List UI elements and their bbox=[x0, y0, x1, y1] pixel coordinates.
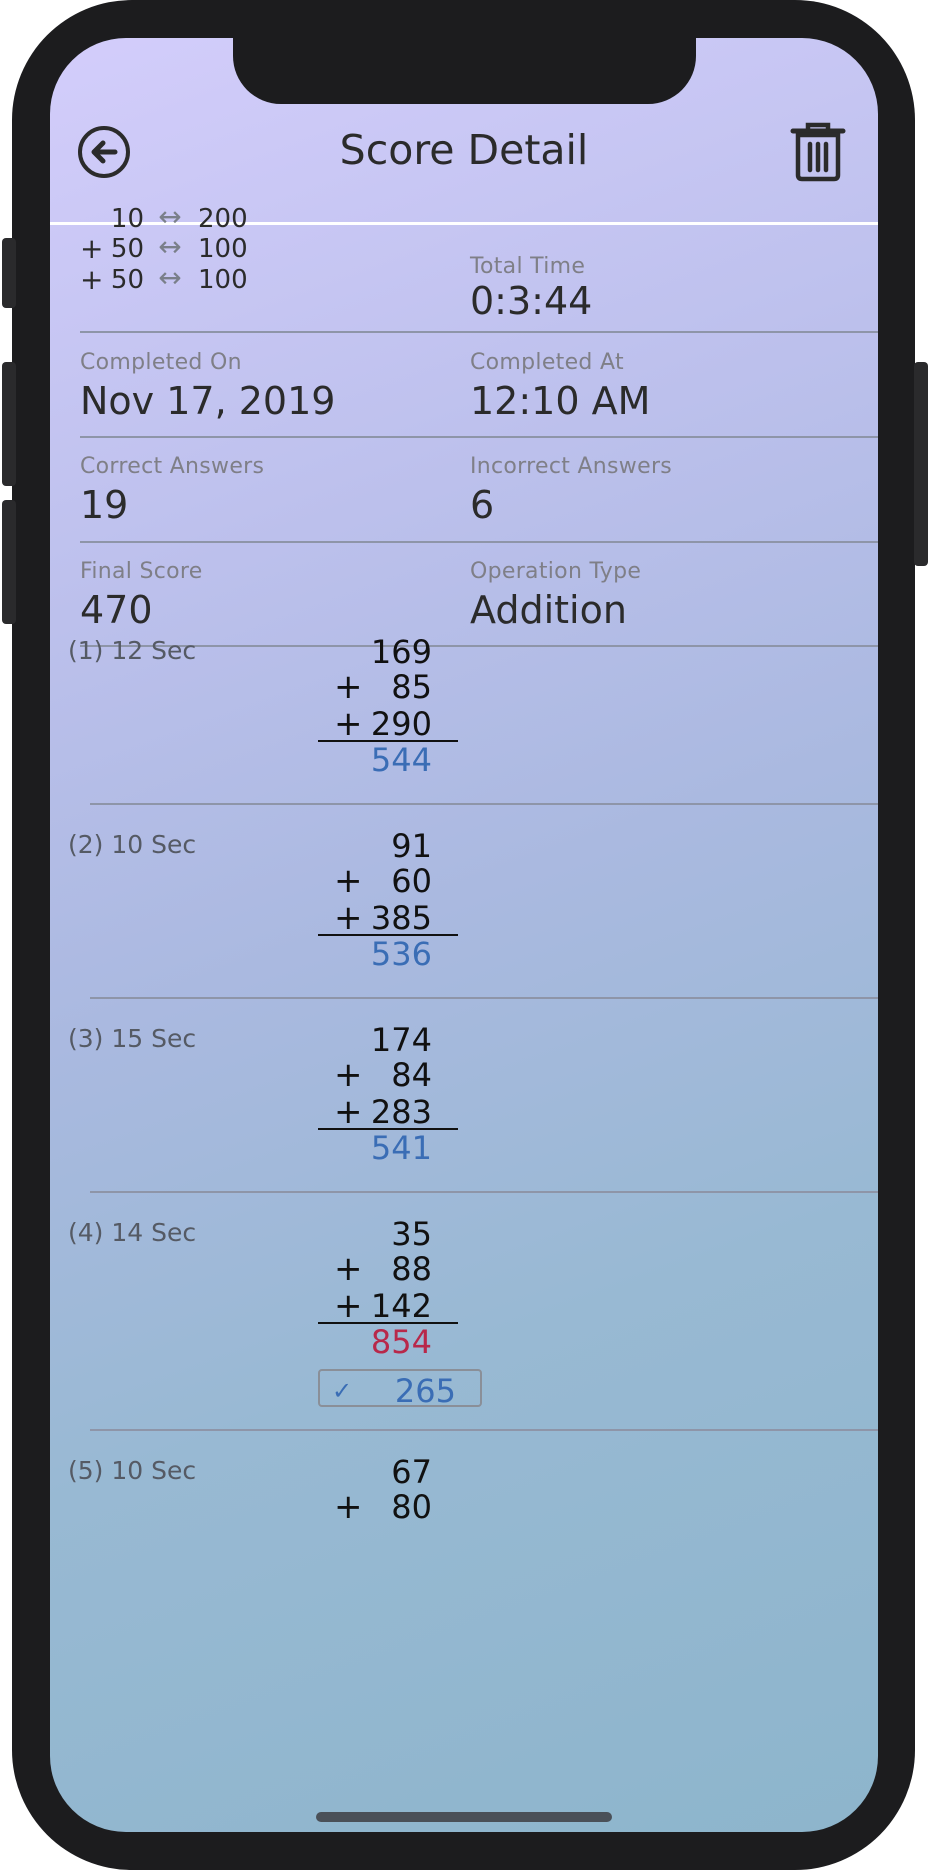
completed-at-label: Completed At bbox=[470, 350, 624, 375]
question-separator bbox=[90, 997, 878, 999]
final-score-value: 470 bbox=[80, 588, 153, 632]
mute-switch bbox=[2, 238, 16, 308]
operand: 169 bbox=[370, 633, 432, 671]
range-row: +50 ↔ 100 bbox=[80, 261, 270, 297]
volume-down-button bbox=[2, 500, 16, 624]
completed-on-value: Nov 17, 2019 bbox=[80, 379, 336, 423]
trash-icon bbox=[790, 122, 846, 182]
page-title: Score Detail bbox=[339, 126, 589, 174]
operand: 174 bbox=[370, 1021, 432, 1059]
plus-sign: + bbox=[334, 667, 363, 707]
range-low: 50 bbox=[110, 234, 144, 264]
screen: Score Detail 10 ↔ 200 +50 ↔ 100 +50 ↔ 100 Total … bbox=[50, 38, 878, 1832]
final-score: Final Score 470 bbox=[80, 559, 203, 632]
notch bbox=[233, 38, 696, 104]
divider bbox=[80, 645, 878, 647]
operand: 91 bbox=[391, 827, 432, 865]
plus-sign: + bbox=[334, 1286, 363, 1326]
answer-correct: 541 bbox=[370, 1129, 432, 1167]
question-time: (3) 15 Sec bbox=[68, 1024, 197, 1053]
question-time: (5) 10 Sec bbox=[68, 1456, 197, 1485]
completed-at-value: 12:10 AM bbox=[470, 379, 651, 423]
range-high: 100 bbox=[198, 265, 248, 295]
total-time: Total Time 0:3:44 bbox=[470, 254, 592, 323]
question-separator bbox=[90, 803, 878, 805]
operation-type-value: Addition bbox=[470, 588, 627, 632]
operation-type-label: Operation Type bbox=[470, 559, 642, 584]
plus-sign: + bbox=[334, 1487, 363, 1527]
plus-sign: + bbox=[334, 704, 363, 744]
question-separator bbox=[90, 1429, 878, 1431]
question-time: (1) 12 Sec bbox=[68, 636, 197, 665]
incorrect-answers-label: Incorrect Answers bbox=[470, 454, 673, 479]
completed-on-label: Completed On bbox=[80, 350, 242, 375]
range-low: 10 bbox=[110, 204, 144, 234]
home-indicator[interactable] bbox=[316, 1812, 612, 1822]
completed-on: Completed On Nov 17, 2019 bbox=[80, 350, 335, 423]
plus-sign: + bbox=[334, 898, 363, 938]
range-arrow-icon: ↔ bbox=[158, 200, 182, 233]
operand: 67 bbox=[391, 1453, 432, 1491]
divider bbox=[80, 541, 878, 543]
operand: 35 bbox=[391, 1215, 432, 1253]
question-time: (4) 14 Sec bbox=[68, 1218, 197, 1247]
plus-sign: + bbox=[334, 1249, 363, 1289]
delete-button[interactable] bbox=[790, 122, 846, 182]
answer-incorrect: 854 bbox=[370, 1323, 432, 1361]
plus-sign: + bbox=[334, 1092, 363, 1132]
correct-answer-value: 265 bbox=[394, 1372, 456, 1410]
plus-sign: + bbox=[334, 1055, 363, 1095]
answer-correct: 536 bbox=[370, 935, 432, 973]
divider bbox=[80, 436, 878, 438]
total-time-value: 0:3:44 bbox=[470, 279, 593, 323]
question-time: (2) 10 Sec bbox=[68, 830, 197, 859]
question-separator bbox=[90, 1191, 878, 1193]
correct-answers-value: 19 bbox=[80, 483, 129, 527]
answer-correct: 544 bbox=[370, 741, 432, 779]
divider bbox=[80, 331, 878, 333]
operation-type: Operation Type Addition bbox=[470, 559, 641, 632]
range-high: 100 bbox=[198, 234, 248, 264]
final-score-label: Final Score bbox=[80, 559, 203, 584]
incorrect-answers: Incorrect Answers 6 bbox=[470, 454, 672, 527]
range-low: 50 bbox=[110, 265, 144, 295]
power-button bbox=[914, 362, 928, 566]
total-time-label: Total Time bbox=[470, 254, 586, 279]
correct-answers-label: Correct Answers bbox=[80, 454, 265, 479]
volume-up-button bbox=[2, 362, 16, 486]
incorrect-answers-value: 6 bbox=[470, 483, 495, 527]
range-arrow-icon: ↔ bbox=[158, 261, 182, 294]
correct-answers: Correct Answers 19 bbox=[80, 454, 264, 527]
correct-answer-box: ✓ 265 bbox=[318, 1369, 482, 1410]
range-arrow-icon: ↔ bbox=[158, 230, 182, 263]
checkmark-icon: ✓ bbox=[332, 1377, 353, 1405]
plus-sign: + bbox=[334, 861, 363, 901]
completed-at: Completed At 12:10 AM bbox=[470, 350, 650, 423]
range-high: 200 bbox=[198, 204, 248, 234]
